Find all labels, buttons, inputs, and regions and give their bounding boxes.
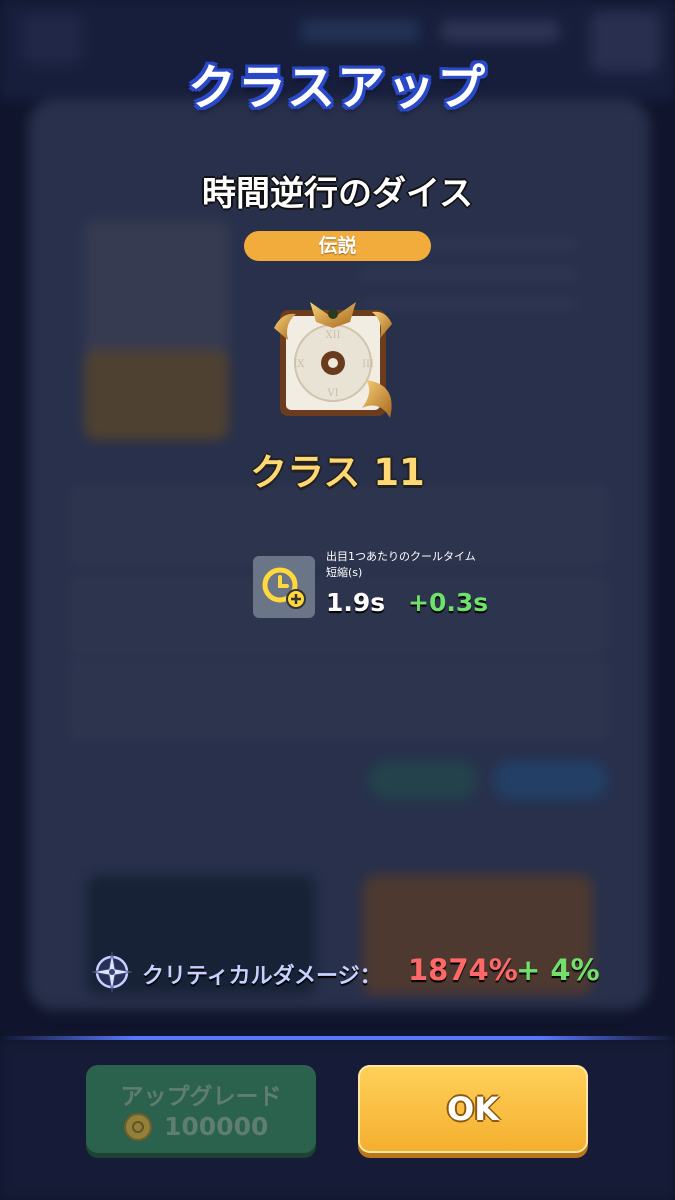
- upgrade-button[interactable]: アップグレード 100000: [86, 1065, 316, 1153]
- ok-button[interactable]: OK: [358, 1065, 588, 1153]
- cooldown-clock-plus-icon: [253, 556, 315, 618]
- coin-icon: [124, 1113, 152, 1141]
- svg-text:XII: XII: [325, 330, 340, 341]
- critical-damage-label: クリティカルダメージ：: [142, 964, 382, 989]
- stat-bonus: +0.3s: [408, 588, 489, 617]
- crosshair-compass-icon: [91, 951, 133, 993]
- svg-text:VI: VI: [326, 388, 338, 399]
- svg-text:III: III: [362, 359, 374, 370]
- clock-dice-icon: XII III VI IX: [274, 302, 392, 418]
- rarity-badge: 伝説: [244, 231, 431, 261]
- svg-text:IX: IX: [293, 359, 305, 370]
- item-name: 時間逆行のダイス: [202, 174, 473, 214]
- stat-description-line: 短縮(s): [326, 566, 363, 579]
- dialog-title: クラスアップ: [187, 60, 488, 116]
- stat-description-line: 出目1つあたりのクールタイム: [326, 550, 476, 563]
- critical-damage-value: 1874%: [408, 953, 518, 987]
- stat-value: 1.9s: [326, 588, 386, 617]
- class-level: クラス 11: [250, 451, 425, 494]
- stat-description: 出目1つあたりのクールタイム 短縮(s): [326, 549, 526, 581]
- upgrade-cost: 100000: [164, 1112, 269, 1141]
- critical-damage-bonus: + 4%: [516, 953, 600, 987]
- divider-line: [0, 1036, 675, 1040]
- upgrade-button-label: アップグレード: [120, 1084, 282, 1110]
